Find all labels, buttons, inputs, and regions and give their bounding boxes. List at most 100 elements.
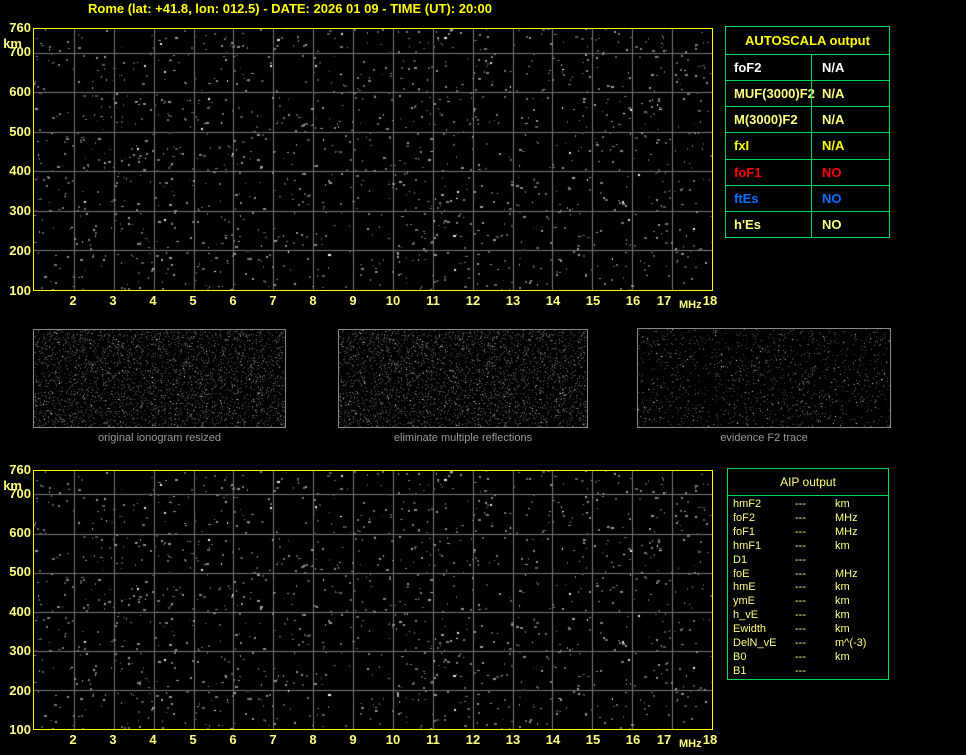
aip-unit: MHz (835, 525, 858, 538)
aip-param: h_vE (733, 609, 759, 622)
aip-unit: MHz (835, 567, 858, 580)
x-tick-label: 11 (426, 732, 440, 747)
y-tick-label: 600 (9, 525, 31, 540)
aip-unit: km (835, 609, 850, 622)
parameter-value: NO (811, 211, 889, 237)
aip-table-row: foF2 --- MHz (728, 511, 888, 525)
parameter-value: N/A (811, 81, 889, 107)
x-tick-label: 11 (426, 293, 440, 308)
aip-table-header: AIP output (728, 469, 888, 496)
page-title: Rome (lat: +41.8, lon: 012.5) - DATE: 20… (88, 1, 492, 16)
panel-eliminate-reflections-canvas (339, 330, 587, 427)
ionogram-plot-top (33, 28, 713, 291)
autoscala-table-row: foF2 N/A (726, 54, 889, 81)
y-tick-label: 300 (9, 203, 31, 218)
aip-unit: km (835, 497, 850, 510)
x-tick-label: 12 (465, 732, 481, 747)
parameter-label: h'Es (734, 216, 761, 232)
aip-param: hmF1 (733, 539, 762, 552)
aip-param: ymE (733, 595, 755, 608)
panel-eliminate-reflections (338, 329, 588, 428)
aip-value: --- (795, 497, 806, 510)
y-tick-label: 760 (9, 20, 31, 35)
parameter-label: MUF(3000)F2 (734, 86, 815, 102)
x-tick-label: 15 (585, 293, 601, 308)
parameter-label: foF1 (734, 164, 762, 180)
aip-table-row: Ewidth --- km (728, 622, 888, 636)
ionogram-canvas-top (34, 29, 712, 290)
y-tick-label: 100 (9, 283, 31, 298)
aip-param: B0 (733, 651, 747, 664)
parameter-label: foF2 (734, 60, 762, 76)
x-tick-label: 7 (269, 732, 277, 747)
autoscala-table-row: M(3000)F2 N/A (726, 106, 889, 133)
aip-param: DelN_vE (733, 637, 777, 650)
panel-original-canvas (34, 330, 285, 427)
caption-evidence-f2-trace: evidence F2 trace (720, 432, 808, 444)
y-tick-label: 300 (9, 643, 31, 658)
parameter-value: NO (811, 159, 889, 185)
x-tick-label: 8 (309, 293, 317, 308)
aip-value: --- (795, 595, 806, 608)
aip-value: --- (795, 511, 806, 524)
aip-param: D1 (733, 553, 748, 566)
autoscala-output-screen: Rome (lat: +41.8, lon: 012.5) - DATE: 20… (0, 0, 966, 755)
aip-table-row: ymE --- km (728, 594, 888, 608)
y-tick-label: 400 (9, 163, 31, 178)
aip-param: foE (733, 567, 750, 580)
aip-table-row: hmE --- km (728, 581, 888, 595)
x-tick-label: 7 (269, 293, 277, 308)
y-axis-unit-label: km (3, 36, 22, 51)
aip-output-table: AIP output hmF2 --- km foF2 --- MHz foF1 --- MHz… (727, 468, 889, 680)
ionogram-canvas-bottom (34, 471, 712, 729)
x-tick-label: 2 (69, 732, 77, 747)
aip-table-body: hmF2 --- km foF2 --- MHz foF1 --- MHz hmF1 --- km D1… (728, 496, 888, 679)
aip-value: --- (795, 539, 806, 552)
autoscala-table-row: ftEs NO (726, 184, 889, 211)
aip-param: foF2 (733, 511, 756, 524)
x-tick-label: 4 (149, 293, 157, 308)
parameter-value: N/A (811, 55, 889, 81)
y-axis-unit-label: km (3, 478, 22, 493)
aip-param: B1 (733, 665, 747, 678)
parameter-label: M(3000)F2 (734, 112, 798, 128)
aip-value: --- (795, 665, 806, 678)
x-axis-unit-label: MHz (679, 299, 702, 311)
aip-value: --- (795, 637, 806, 650)
y-tick-label: 200 (9, 243, 31, 258)
autoscala-table-row: h'Es NO (726, 210, 889, 237)
y-tick-label: 200 (9, 683, 31, 698)
aip-param: Ewidth (733, 623, 767, 636)
y-tick-label: 600 (9, 84, 31, 99)
autoscala-table-row: fxI N/A (726, 132, 889, 159)
x-tick-label: 14 (545, 732, 561, 747)
aip-value: --- (795, 623, 806, 636)
aip-param: hmF2 (733, 497, 762, 510)
autoscala-output-table: AUTOSCALA output foF2 N/A MUF(3000)F2 N/A M(… (725, 26, 890, 238)
aip-param: hmE (733, 581, 756, 594)
y-tick-label: 100 (9, 722, 31, 737)
aip-unit: km (835, 539, 850, 552)
panel-evidence-f2-trace (637, 328, 891, 428)
x-tick-label: 3 (109, 732, 117, 747)
aip-table-row: h_vE --- km (728, 608, 888, 622)
panel-evidence-f2-trace-canvas (638, 329, 890, 427)
x-tick-label: 10 (385, 293, 401, 308)
x-tick-label: 8 (309, 732, 317, 747)
x-tick-label: 15 (585, 732, 601, 747)
aip-table-row: hmF2 --- km (728, 497, 888, 511)
caption-original-ionogram: original ionogram resized (98, 432, 221, 444)
aip-value: --- (795, 609, 806, 622)
x-tick-label: 5 (189, 293, 197, 308)
aip-table-row: foE --- MHz (728, 567, 888, 581)
aip-table-row: B1 --- (728, 664, 888, 678)
ionogram-plot-bottom (33, 470, 713, 730)
autoscala-table-header: AUTOSCALA output (745, 33, 870, 48)
x-tick-label: 9 (349, 293, 357, 308)
panel-original-ionogram (33, 329, 286, 428)
parameter-value: N/A (811, 107, 889, 133)
y-tick-label: 400 (9, 604, 31, 619)
parameter-value: N/A (811, 133, 889, 159)
x-tick-label: 6 (229, 732, 237, 747)
caption-eliminate-reflections: eliminate multiple reflections (393, 432, 533, 444)
